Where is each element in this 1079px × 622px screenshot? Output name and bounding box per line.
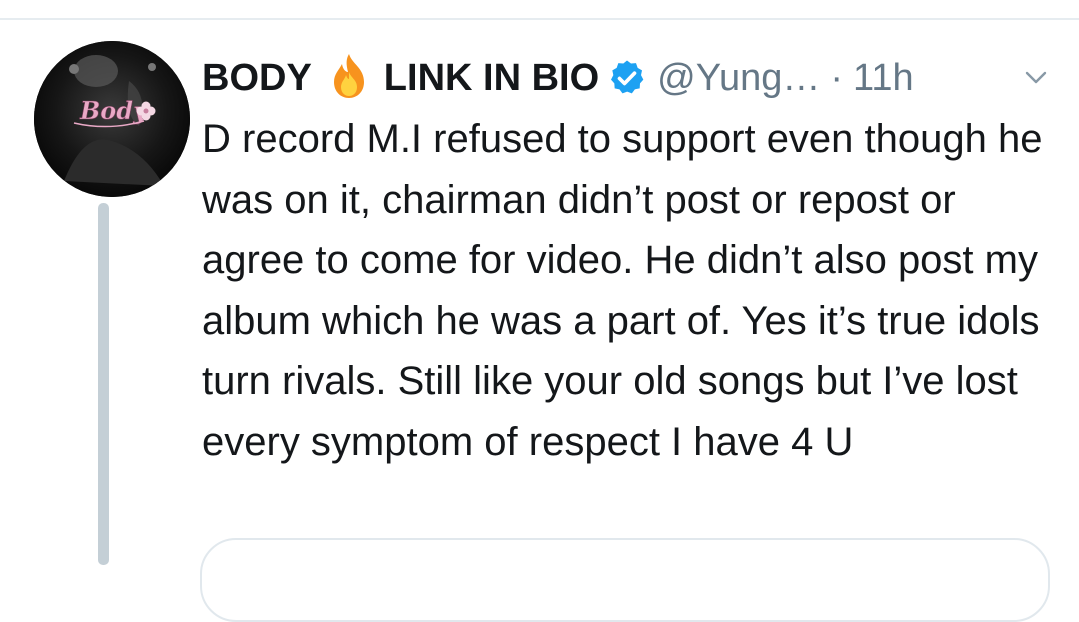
- separator-dot: ·: [830, 56, 844, 99]
- tweet-text: D record M.I refused to support even tho…: [202, 117, 1043, 464]
- chevron-down-icon[interactable]: [1022, 64, 1050, 92]
- tweet-timestamp[interactable]: 11h: [853, 57, 914, 100]
- user-handle[interactable]: @Yung…: [657, 57, 820, 100]
- display-name-part-1[interactable]: BODY: [202, 57, 312, 100]
- avatar[interactable]: Body: [34, 41, 190, 197]
- tweet-header: BODY LINK IN BIO @Yung… · 11h: [202, 50, 1052, 106]
- fire-icon: [333, 54, 364, 98]
- thread-line: [98, 203, 109, 565]
- verified-badge-icon: [611, 60, 644, 94]
- display-name-part-2[interactable]: LINK IN BIO: [384, 57, 599, 100]
- avatar-image: Body: [34, 41, 190, 197]
- quoted-tweet-card[interactable]: [200, 538, 1050, 622]
- top-divider: [0, 18, 1079, 20]
